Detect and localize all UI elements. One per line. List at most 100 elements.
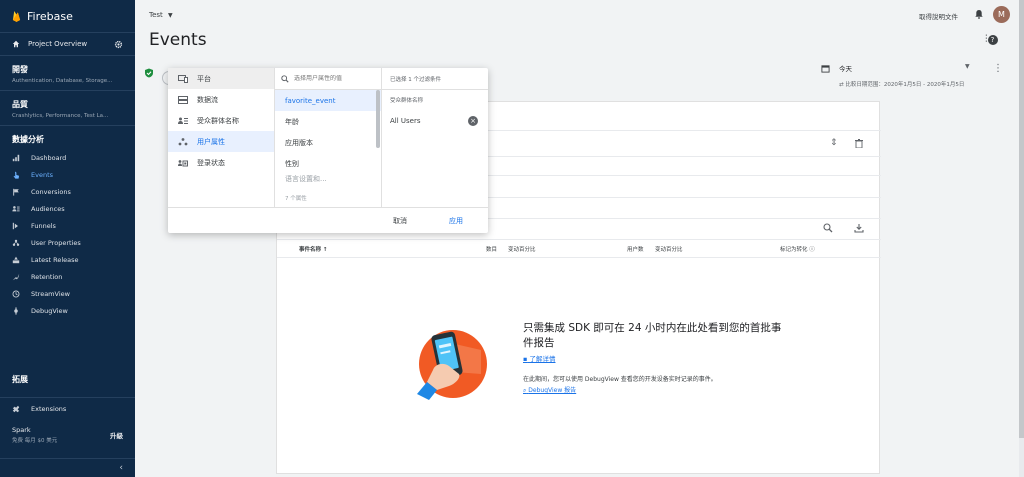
sidebar-item-streamview[interactable]: StreamView [0,285,135,302]
project-name: Test [149,11,163,19]
sidebar-item-debugview[interactable]: DebugView [0,302,135,319]
device-icon [178,74,188,83]
group-title: 開發 [12,65,28,74]
remove-filter-icon[interactable]: × [468,116,478,126]
selected-filters-header: 已选择 1 个过滤条件 [382,68,488,90]
sidebar-item-label: DebugView [31,306,68,315]
column-header-users: 用户数 [627,247,644,253]
filter-dimension-stream[interactable]: 数据流 [168,89,274,110]
release-icon [12,256,20,263]
phone-illustration-icon [417,330,487,400]
firebase-logo-icon [12,11,21,22]
sidebar-section-extend: 拓展 [12,375,28,384]
flag-icon [13,188,19,196]
sidebar-group-quality[interactable]: 品質 Crashlytics, Performance, Test La... [0,91,135,126]
user-property-icon [178,137,188,145]
filter-value-item[interactable]: favorite_event [275,90,381,111]
divider [277,239,881,240]
compare-range: ⇄ 比較日期范围：2020年1月5日 - 2020年1月5日 [839,82,965,88]
filter-dimension-list: 平台 数据流 受众群体名称 用户属性 登录状态 [168,68,275,207]
help-icon[interactable]: ? [987,35,998,45]
sidebar-item-label: StreamView [31,289,70,298]
filter-value-list: favorite_event 年龄 应用版本 性别 语言设置和... 7 个属性 [275,68,382,207]
filter-value-item[interactable]: 应用版本 [275,132,381,153]
sidebar-item-dashboard[interactable]: Dashboard [0,149,135,166]
filter-value-item[interactable]: 语言设置和... [275,174,381,184]
sidebar-item-label: Conversions [31,187,71,196]
project-selector[interactable]: Test ▼ [149,11,173,19]
column-header-users-change: 变动百分比 [655,247,683,253]
sidebar-item-label: Extensions [31,404,67,413]
group-title: 品質 [12,100,28,109]
caret-down-icon: ▼ [965,63,970,70]
sidebar-item-events[interactable]: Events [0,166,135,183]
filter-dimension-login-status[interactable]: 登录状态 [168,152,274,173]
search-icon: ⌕ [523,387,527,394]
sidebar-item-conversions[interactable]: Conversions [0,183,135,200]
debug-icon [14,306,18,315]
audience-name-icon [178,117,188,124]
column-header-count: 数目 [486,247,498,253]
sidebar-item-label: Dashboard [31,153,67,162]
scrollbar-thumb[interactable] [1019,0,1024,438]
sidebar-item-label: Events [31,170,54,179]
group-subtitle: Crashlytics, Performance, Test La... [12,113,109,119]
learn-more-link[interactable]: ▪ 了解详情 [523,353,555,363]
avatar[interactable]: M [993,6,1010,23]
delete-icon[interactable] [855,139,863,148]
filter-dimension-audience-name[interactable]: 受众群体名称 [168,110,274,131]
plan-area: Spark 免费 每月 $0 美元 升級 [0,426,135,444]
filter-popup: 平台 数据流 受众群体名称 用户属性 登录状态 favorite_event 年… [168,68,488,233]
project-overview-label: Project Overview [28,40,88,48]
selected-filters: 已选择 1 个过滤条件 受众群体名称 All Users × [382,68,488,207]
collapse-sidebar-button[interactable]: ‹ [0,458,135,477]
sidebar-item-extensions[interactable]: Extensions [0,397,135,419]
docs-link[interactable]: 取得說明文件 [919,11,958,21]
upgrade-button[interactable]: 升級 [110,430,123,444]
top-bar: Test ▼ 取得說明文件 M [135,0,1024,28]
page-scrollbar[interactable] [1019,0,1024,477]
stream-icon [178,95,188,104]
date-range-label: 今天 [839,65,852,73]
column-header-event-name[interactable]: 事件名称 ↑ [299,245,328,253]
bell-icon[interactable] [974,9,984,19]
brand-name: Firebase [27,9,73,23]
sidebar-item-latest-release[interactable]: Latest Release [0,251,135,268]
touch-icon [13,171,19,179]
retention-icon [12,273,20,280]
debugview-link[interactable]: ⌕ DebugView 报告 [523,385,576,395]
sidebar-item-funnels[interactable]: Funnels [0,217,135,234]
list-scrollbar[interactable] [376,90,380,148]
cancel-button[interactable]: 取消 [393,216,407,226]
filter-value-item[interactable]: 性别 [275,153,381,174]
home-icon [12,40,20,48]
column-header-count-change: 变动百分比 [508,247,536,253]
gear-icon[interactable] [114,40,123,49]
filter-value-item[interactable]: 年龄 [275,111,381,132]
property-count: 7 个属性 [285,196,307,202]
sidebar-item-audiences[interactable]: Audiences [0,200,135,217]
sidebar-item-retention[interactable]: Retention [0,268,135,285]
selected-filter-dimension: 受众群体名称 [390,98,424,104]
filter-dimension-user-property[interactable]: 用户属性 [168,131,274,152]
page-title: Events [149,30,207,50]
sidebar-item-label: Funnels [31,221,56,230]
title-actions: ⫶? [985,34,998,45]
column-header-conversion: 标记为转化 ⓘ [780,247,815,253]
filter-dimension-platform[interactable]: 平台 [168,68,274,89]
calendar-icon [821,65,830,73]
more-vert-icon[interactable]: ⋮ [993,63,1003,74]
filter-popup-footer: 取消 应用 [168,207,488,233]
sidebar-item-label: Retention [31,272,63,281]
filter-dimension-label: 平台 [197,74,211,83]
apply-button[interactable]: 应用 [449,216,463,226]
audience-icon [12,205,20,211]
search-icon[interactable] [823,223,833,233]
download-icon[interactable] [854,223,864,233]
unfold-icon[interactable]: ⇕ [830,138,838,148]
project-overview-row[interactable]: Project Overview [0,32,135,56]
sidebar-item-user-properties[interactable]: User Properties [0,234,135,251]
sidebar-group-develop[interactable]: 開發 Authentication, Database, Storage... [0,56,135,91]
search-input[interactable] [294,75,374,82]
brand[interactable]: Firebase [0,0,135,32]
